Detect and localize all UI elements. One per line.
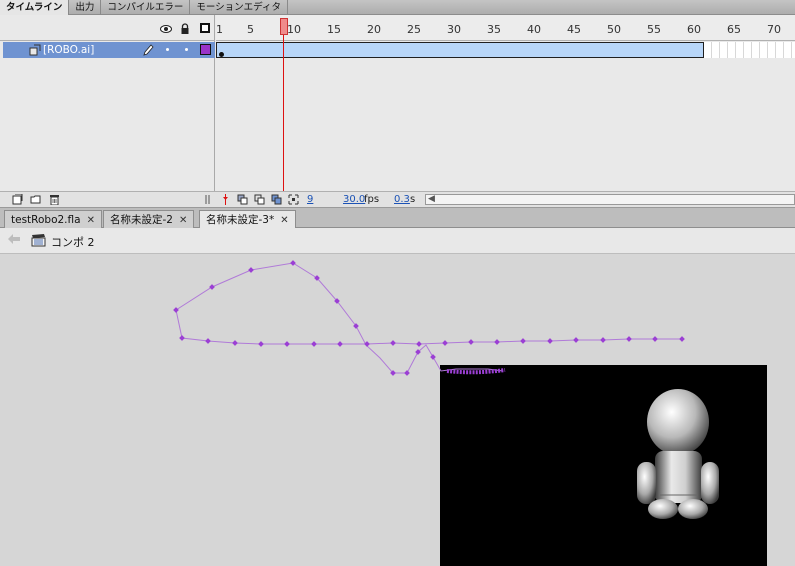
doc-tab-untitled-3[interactable]: 名称未設定-3* ✕ [199, 210, 296, 230]
tab-timeline[interactable]: タイムライン [0, 0, 70, 15]
edit-multiple-frames-icon[interactable] [271, 194, 282, 205]
ruler-label: 15 [327, 23, 341, 36]
playhead-line [283, 35, 284, 191]
visibility-dot[interactable] [166, 48, 169, 51]
onion-outline-icon[interactable] [254, 194, 265, 205]
ruler-label: 20 [367, 23, 381, 36]
current-frame-value[interactable]: 9 [307, 194, 313, 205]
back-arrow-icon[interactable] [7, 233, 21, 248]
motion-path-nodes[interactable] [173, 260, 685, 376]
timeline-status-bar: 9 30.0 fps 0.3 s ◀ [0, 191, 795, 207]
ruler-label: 30 [447, 23, 461, 36]
timeline-panel: [ROBO.ai] 1 5 10 15 20 25 30 35 40 45 50… [0, 15, 795, 207]
new-folder-icon[interactable] [30, 194, 41, 205]
tab-compiler-errors[interactable]: コンパイルエラー [101, 0, 191, 15]
stage-overlay [173, 260, 719, 519]
layer-header [0, 15, 215, 41]
trash-icon[interactable] [49, 194, 60, 206]
outline-icon[interactable] [200, 23, 210, 33]
panel-tab-bar: タイムライン 出力 コンパイルエラー モーションエディタ [0, 0, 795, 15]
breadcrumb[interactable]: コンポ 2 [51, 234, 95, 250]
playhead[interactable] [280, 18, 288, 35]
lock-dot[interactable] [185, 48, 188, 51]
scroll-handle-icon[interactable] [203, 194, 214, 205]
ruler-label: 65 [727, 23, 741, 36]
ruler-label: 70 [767, 23, 781, 36]
frames-area[interactable]: 1 5 10 15 20 25 30 35 40 45 50 55 60 65 … [216, 15, 795, 191]
lock-icon[interactable] [179, 23, 191, 35]
doc-tab-testrobo2[interactable]: testRobo2.fla ✕ [4, 210, 102, 229]
layer-name: [ROBO.ai] [43, 44, 95, 56]
tab-output[interactable]: 出力 [69, 0, 102, 15]
document-tab-bar: testRobo2.fla ✕ 名称未設定-2 ✕ 名称未設定-3* ✕ [0, 207, 795, 230]
modify-onion-markers-icon[interactable] [288, 194, 299, 205]
onion-skin-icon[interactable] [237, 194, 248, 205]
motion-path[interactable] [175, 262, 504, 374]
ruler-label: 50 [607, 23, 621, 36]
tab-motion-editor[interactable]: モーションエディタ [190, 0, 289, 15]
ruler-label: 10 [287, 23, 301, 36]
ruler-label: 40 [527, 23, 541, 36]
layer-row[interactable]: [ROBO.ai] [3, 42, 215, 58]
doc-tab-label: 名称未設定-3* [206, 214, 275, 226]
edit-bar: コンポ 2 [0, 228, 795, 254]
eye-icon[interactable] [160, 23, 172, 35]
scene-clapper-icon [31, 234, 46, 247]
layer-color-swatch[interactable] [200, 44, 211, 55]
new-layer-icon[interactable] [12, 193, 23, 205]
scroll-left-icon[interactable]: ◀ [428, 194, 435, 204]
ruler-label: 25 [407, 23, 421, 36]
frame-rate-unit: fps [364, 194, 380, 205]
center-frame-icon[interactable] [220, 194, 231, 205]
frame-ruler[interactable]: 1 5 10 15 20 25 30 35 40 45 50 55 60 65 … [216, 15, 795, 41]
elapsed-time-value[interactable]: 0.3 [394, 194, 410, 205]
tween-span[interactable] [216, 42, 704, 58]
ruler-label: 55 [647, 23, 661, 36]
motion-path-lower[interactable] [175, 309, 682, 345]
ruler-label: 5 [247, 23, 254, 36]
elapsed-time-unit: s [410, 194, 416, 205]
frame-rate-value[interactable]: 30.0 [343, 194, 365, 205]
layer-icon [29, 44, 41, 56]
doc-tab-label: testRobo2.fla [11, 214, 81, 226]
doc-tab-untitled-2[interactable]: 名称未設定-2 ✕ [103, 210, 195, 229]
keyframe-dot[interactable] [219, 52, 224, 57]
ruler-label: 1 [216, 23, 223, 36]
layer-panel: [ROBO.ai] [0, 15, 215, 207]
ruler-label: 45 [567, 23, 581, 36]
robot-graphic[interactable] [637, 389, 719, 519]
ruler-label: 35 [487, 23, 501, 36]
ruler-label: 60 [687, 23, 701, 36]
pencil-icon [142, 43, 154, 57]
timeline-hscrollbar[interactable]: ◀ [425, 194, 795, 205]
pasteboard[interactable] [0, 255, 795, 566]
doc-tab-label: 名称未設定-2 [110, 214, 173, 226]
motion-path-dense-segment[interactable] [446, 368, 506, 375]
